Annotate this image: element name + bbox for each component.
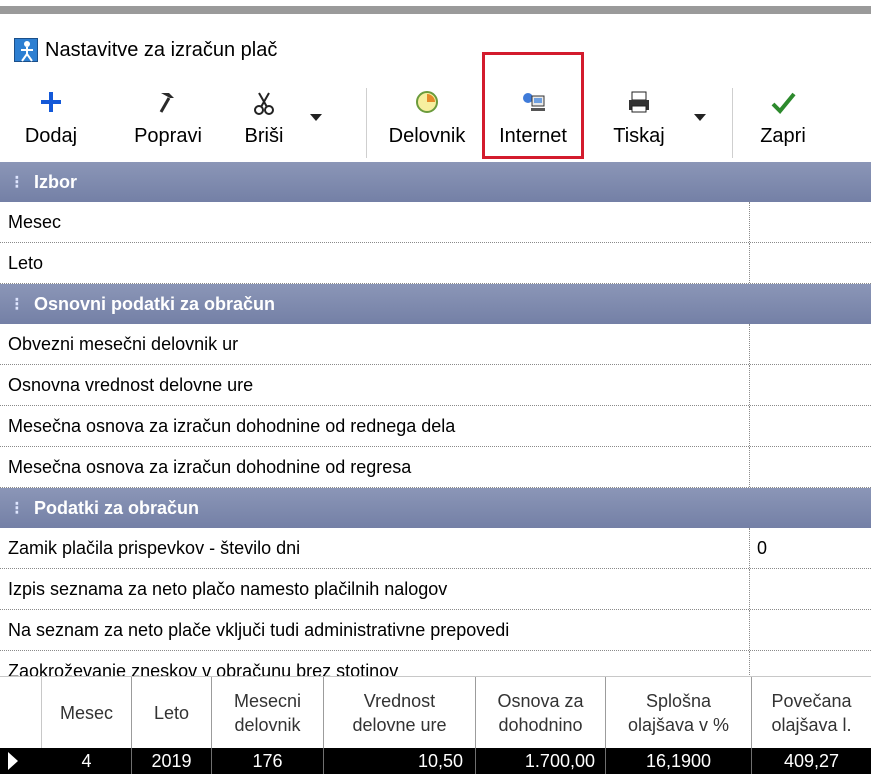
workday-button-label: Delovnik: [388, 125, 466, 147]
table-cell[interactable]: 176: [212, 748, 324, 774]
table-cell[interactable]: 10,50: [324, 748, 476, 774]
property-row[interactable]: Mesec: [0, 202, 871, 243]
property-row[interactable]: Izpis seznama za neto plačo namesto plač…: [0, 569, 871, 610]
print-dropdown-arrow-icon[interactable]: [694, 114, 706, 121]
table-cell[interactable]: 1.700,00: [476, 748, 606, 774]
section-toggle-icon[interactable]: ⁝: [14, 488, 24, 528]
table-cell[interactable]: 4: [42, 748, 132, 774]
add-button-label: Dodaj: [24, 125, 78, 147]
table-cell[interactable]: 409,27: [752, 748, 871, 774]
plus-icon: [36, 86, 66, 118]
section-basic-data: ⁝ Osnovni podatki za obračun: [0, 284, 871, 324]
column-header[interactable]: Osnova za dohodnino: [476, 677, 606, 749]
section-calc-data: ⁝ Podatki za obračun: [0, 488, 871, 528]
section-toggle-icon[interactable]: ⁝: [14, 284, 24, 324]
print-button-label: Tiskaj: [613, 125, 665, 147]
close-button[interactable]: Zapri: [746, 80, 820, 156]
table-row[interactable]: 4 2019 176 10,50 1.700,00 16,1900 409,27: [0, 748, 871, 774]
property-row[interactable]: Na seznam za neto plače vključi tudi adm…: [0, 610, 871, 651]
window-titlebar: Nastavitve za izračun plač: [0, 14, 871, 76]
column-header[interactable]: Mesecni delovnik: [212, 677, 324, 749]
column-header[interactable]: Mesec: [42, 677, 132, 749]
internet-button-highlight: [482, 52, 584, 159]
delete-button[interactable]: Briši: [236, 80, 322, 156]
delete-button-label: Briši: [244, 125, 284, 147]
section-title: Podatki za obračun: [34, 498, 200, 518]
column-header[interactable]: Povečana olajšava l.: [752, 677, 871, 749]
window-top-border: [0, 0, 871, 14]
property-row[interactable]: Osnovna vrednost delovne ure: [0, 365, 871, 406]
printer-icon: [624, 86, 654, 118]
property-row[interactable]: Zamik plačila prispevkov - število dni 0: [0, 528, 871, 569]
property-row[interactable]: Mesečna osnova za izračun dohodnine od r…: [0, 447, 871, 488]
section-title: Osnovni podatki za obračun: [34, 294, 276, 314]
print-button[interactable]: Tiskaj: [602, 80, 706, 156]
table-cell[interactable]: 16,1900: [606, 748, 752, 774]
property-row[interactable]: Leto: [0, 243, 871, 284]
toolbar-separator: [366, 88, 367, 158]
column-header[interactable]: Vrednost delovne ure: [324, 677, 476, 749]
column-header[interactable]: Splošna olajšava v %: [606, 677, 752, 749]
section-title: Izbor: [34, 172, 77, 192]
settings-property-grid: ⁝ Izbor Mesec Leto ⁝ Osnovni podatki za …: [0, 162, 871, 692]
current-row-indicator-icon: [8, 752, 18, 770]
delete-dropdown-arrow-icon[interactable]: [310, 114, 322, 121]
add-button[interactable]: Dodaj: [18, 80, 84, 156]
scissors-icon: [249, 86, 279, 118]
property-row[interactable]: Mesečna osnova za izračun dohodnine od r…: [0, 406, 871, 447]
hammer-icon: [153, 86, 183, 118]
edit-button-label: Popravi: [134, 125, 202, 147]
table-cell[interactable]: 2019: [132, 748, 212, 774]
table-header: Mesec Leto Mesecni delovnik Vrednost delov…: [0, 676, 871, 749]
property-row[interactable]: Obvezni mesečni delovnik ur: [0, 324, 871, 365]
window-title: Nastavitve za izračun plač: [45, 39, 278, 61]
section-selection: ⁝ Izbor: [0, 162, 871, 202]
payroll-app-icon: [14, 38, 38, 62]
clock-icon: [412, 86, 442, 118]
close-button-label: Zapri: [760, 125, 806, 147]
section-toggle-icon[interactable]: ⁝: [14, 162, 24, 202]
toolbar: Dodaj Popravi Briši Delovnik Internet Ti…: [0, 76, 871, 163]
row-indicator-header: [0, 677, 42, 749]
edit-button[interactable]: Popravi: [126, 80, 210, 156]
check-icon: [768, 86, 798, 118]
column-header[interactable]: Leto: [132, 677, 212, 749]
payroll-settings-table: Mesec Leto Mesecni delovnik Vrednost delov…: [0, 676, 871, 774]
workday-button[interactable]: Delovnik: [376, 80, 478, 156]
toolbar-separator: [732, 88, 733, 158]
